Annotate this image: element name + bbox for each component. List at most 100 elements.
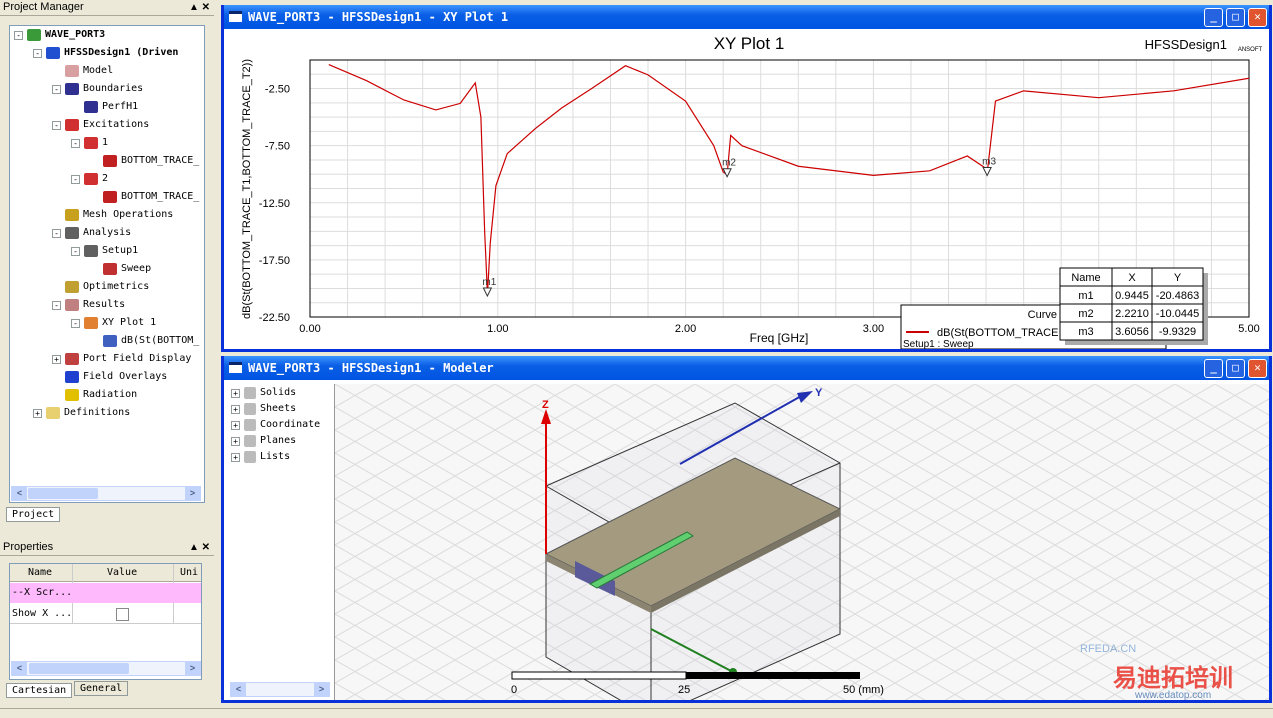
expand-toggle[interactable]: +	[231, 452, 240, 462]
xy-plot-titlebar[interactable]: WAVE_PORT3 - HFSSDesign1 - XY Plot 1 _ □ ✕	[224, 5, 1269, 29]
collapse-toggle[interactable]: -	[71, 138, 80, 148]
properties-scrollbar[interactable]: < >	[11, 661, 201, 676]
tree-item-label: 1	[102, 137, 109, 148]
y-axis-label: dB(St(BOTTOM_TRACE_T1,BOTTOM_TRACE_T2))	[241, 59, 253, 319]
y-tick-label: -7.50	[265, 141, 290, 153]
port-field-icon	[65, 353, 79, 365]
expand-toggle[interactable]: +	[33, 408, 42, 418]
modeler-tree-item[interactable]: + Lists	[231, 448, 290, 466]
tab-cartesian[interactable]: Cartesian	[6, 683, 73, 698]
modeler-tree[interactable]: + Solids + Sheets + Coordinate + Planes + Lists	[229, 384, 333, 698]
tree-item[interactable]: Field Overlays	[52, 368, 167, 386]
tree-item[interactable]: Sweep	[90, 260, 151, 278]
project-tree[interactable]: - WAVE_PORT3- HFSSDesign1 (Driven Model - Bou…	[9, 25, 205, 503]
tree-item-label: Mesh Operations	[83, 209, 174, 220]
project-tree-scrollbar[interactable]: < >	[11, 486, 201, 501]
marker-table-header: X	[1128, 272, 1136, 284]
collapse-toggle[interactable]: -	[52, 228, 61, 238]
tree-item[interactable]: + Port Field Display	[52, 350, 191, 368]
collapse-toggle[interactable]: -	[52, 300, 61, 310]
tree-item-label: Port Field Display	[83, 353, 192, 364]
modeler-window[interactable]: WAVE_PORT3 - HFSSDesign1 - Modeler _ □ ✕ +…	[221, 356, 1272, 703]
collapse-toggle[interactable]: -	[71, 318, 80, 328]
expand-toggle[interactable]: +	[231, 388, 240, 398]
tree-item[interactable]: - XY Plot 1	[71, 314, 156, 332]
tree-item[interactable]: Radiation	[52, 386, 137, 404]
tree-item[interactable]: - Setup1	[71, 242, 138, 260]
tree-item[interactable]: PerfH1	[71, 98, 138, 116]
marker-table-cell: -20.4863	[1156, 290, 1199, 302]
xy-plot-chart[interactable]: XY Plot 1 HFSSDesign1 ANSOFT Freq [GHz] dB(S…	[224, 29, 1269, 349]
tree-item[interactable]: -2	[71, 170, 108, 188]
collapse-toggle[interactable]: -	[33, 48, 42, 58]
lists-icon	[244, 451, 256, 463]
collapse-toggle[interactable]: -	[52, 84, 61, 94]
close-button[interactable]: ✕	[1248, 8, 1267, 27]
marker-table-cell: 3.6056	[1115, 326, 1149, 338]
tree-item[interactable]: Model	[52, 62, 113, 80]
y-tick-label: -2.50	[265, 84, 290, 96]
port-icon	[84, 137, 98, 149]
maximize-button[interactable]: □	[1226, 359, 1245, 378]
properties-title: Properties ▲ ✕	[0, 540, 214, 556]
expand-toggle[interactable]: +	[52, 354, 61, 364]
tree-item-label: Boundaries	[83, 83, 144, 94]
design-label: HFSSDesign1	[1145, 37, 1227, 52]
tree-item-label: Optimetrics	[83, 281, 150, 292]
panel-controls[interactable]: ▲ ✕	[189, 0, 210, 15]
tree-item[interactable]: BOTTOM_TRACE_	[90, 152, 199, 170]
tree-item[interactable]: - WAVE_PORT3	[14, 26, 105, 44]
solids-icon	[244, 387, 256, 399]
project-manager-title: Project Manager ▲ ✕	[0, 0, 214, 16]
tree-item[interactable]: dB(St(BOTTOM_	[90, 332, 199, 350]
minimize-button[interactable]: _	[1204, 359, 1223, 378]
3d-viewport[interactable]: Z Y 0 25 50 (mm) 易迪拓培训 RFEDA.CN www.edat…	[334, 384, 1269, 700]
collapse-toggle[interactable]: -	[52, 120, 61, 130]
collapse-toggle[interactable]: -	[71, 246, 80, 256]
marker-table-cell: 2.2210	[1115, 308, 1149, 320]
tab-project[interactable]: Project	[6, 507, 61, 522]
property-row[interactable]: --X Scr...	[10, 583, 201, 603]
tree-item[interactable]: + Definitions	[33, 404, 130, 422]
expand-toggle[interactable]: +	[231, 436, 240, 446]
tree-item[interactable]: Mesh Operations	[52, 206, 173, 224]
minimize-button[interactable]: _	[1204, 8, 1223, 27]
coordinate-icon	[244, 419, 256, 431]
ansoft-logo: ANSOFT	[1238, 47, 1263, 53]
tree-item-label: dB(St(BOTTOM_	[121, 335, 200, 346]
tree-item[interactable]: - Boundaries	[52, 80, 143, 98]
tree-item[interactable]: BOTTOM_TRACE_	[90, 188, 199, 206]
expand-toggle[interactable]: +	[231, 420, 240, 430]
close-button[interactable]: ✕	[1248, 359, 1267, 378]
tree-item[interactable]: - HFSSDesign1 (Driven	[33, 44, 178, 62]
marker-label: m1	[482, 277, 496, 288]
modeler-tree-scrollbar[interactable]: < >	[230, 682, 330, 697]
expand-toggle[interactable]: +	[231, 404, 240, 414]
property-row[interactable]: Show X ...	[10, 604, 201, 624]
collapse-toggle[interactable]: -	[71, 174, 80, 184]
tree-item-label: Sweep	[121, 263, 152, 274]
svg-text:50 (mm): 50 (mm)	[843, 684, 884, 696]
xy-plot-window[interactable]: WAVE_PORT3 - HFSSDesign1 - XY Plot 1 _ □ ✕…	[221, 5, 1272, 352]
maximize-button[interactable]: □	[1226, 8, 1245, 27]
x-axis-label: Freq [GHz]	[750, 331, 809, 345]
modeler-titlebar[interactable]: WAVE_PORT3 - HFSSDesign1 - Modeler _ □ ✕	[224, 356, 1269, 380]
show-x-checkbox[interactable]	[116, 608, 129, 621]
tree-item[interactable]: -1	[71, 134, 108, 152]
marker-table-cell: m3	[1078, 326, 1093, 338]
tree-item[interactable]: - Results	[52, 296, 125, 314]
window-icon	[229, 362, 242, 373]
tree-item[interactable]: - Analysis	[52, 224, 131, 242]
marker-table-cell: m1	[1078, 290, 1093, 302]
x-tick-label: 0.00	[299, 323, 320, 335]
panel-controls[interactable]: ▲ ✕	[189, 540, 210, 555]
svg-text:Y: Y	[815, 387, 823, 399]
terminal-icon	[103, 155, 117, 167]
tree-item[interactable]: Optimetrics	[52, 278, 149, 296]
boundary-icon	[84, 101, 98, 113]
sheets-icon	[244, 403, 256, 415]
tree-item[interactable]: - Excitations	[52, 116, 149, 134]
analysis-icon	[65, 227, 79, 239]
collapse-toggle[interactable]: -	[14, 30, 23, 40]
tab-general[interactable]: General	[74, 681, 129, 696]
